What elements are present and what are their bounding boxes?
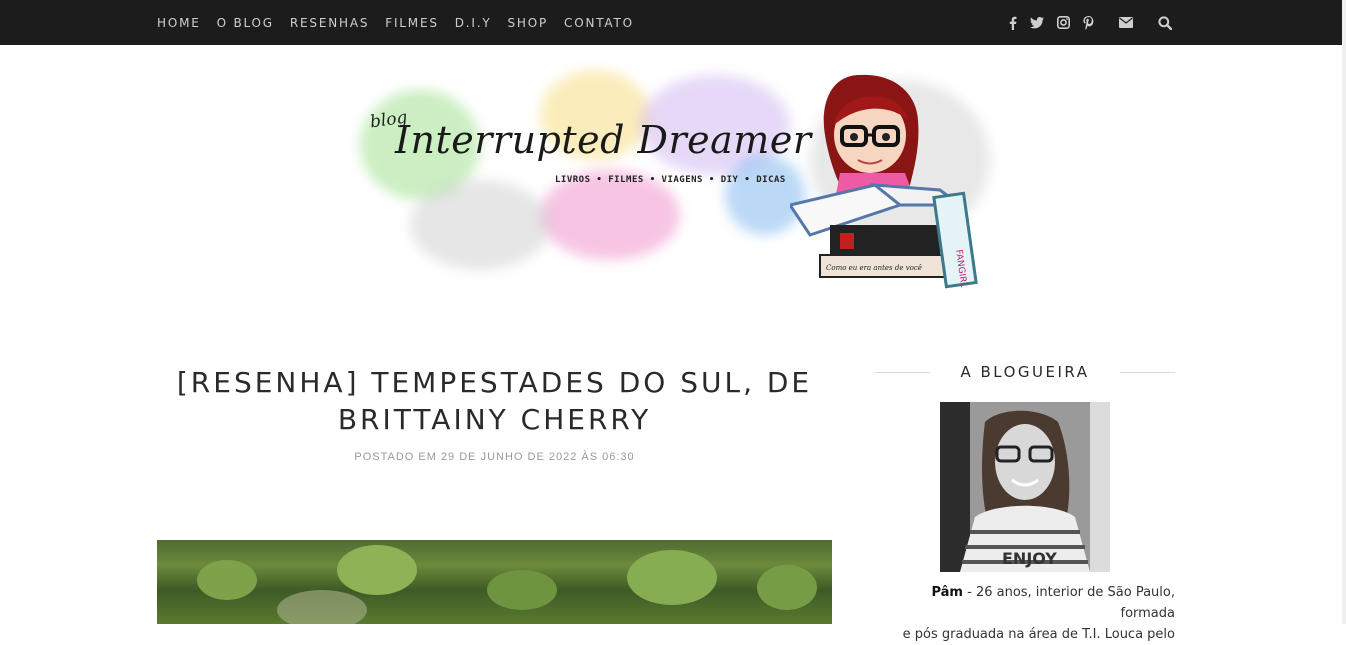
bio-line2: e pós graduada na área de T.I. Louca pel… — [902, 627, 1175, 642]
nav-filmes[interactable]: FILMES — [385, 16, 438, 30]
nav-o-blog[interactable]: O BLOG — [217, 16, 274, 30]
twitter-icon[interactable] — [1030, 16, 1044, 29]
search-icon[interactable] — [1158, 15, 1172, 30]
pinterest-icon[interactable] — [1083, 15, 1094, 30]
top-navbar: HOME O BLOG RESENHAS FILMES D.I.Y SHOP C… — [0, 0, 1342, 45]
logo-title: Interrupted Dreamer — [395, 118, 812, 162]
social-links — [996, 0, 1172, 45]
nav-diy[interactable]: D.I.Y — [455, 16, 492, 30]
bio-line1: - 26 anos, interior de São Paulo, formad… — [962, 585, 1175, 621]
main-nav: HOME O BLOG RESENHAS FILMES D.I.Y SHOP C… — [157, 0, 650, 45]
post-featured-image[interactable] — [157, 540, 832, 624]
post-date: POSTADO EM 29 DE JUNHO DE 2022 ÀS 06:30 — [354, 451, 635, 463]
shirt-text: ENJOY — [1002, 549, 1057, 568]
logo-tagline: LIVROS • FILMES • VIAGENS • DIY • DICAS — [555, 175, 786, 185]
sidebar-heading: A BLOGUEIRA — [875, 360, 1175, 384]
heading-rule-left — [875, 371, 931, 373]
nav-contato[interactable]: CONTATO — [564, 16, 634, 30]
scrollbar[interactable] — [1342, 0, 1346, 624]
nav-shop[interactable]: SHOP — [508, 16, 549, 30]
nav-resenhas[interactable]: RESENHAS — [290, 16, 369, 30]
blogger-photo: ENJOY — [940, 402, 1110, 572]
instagram-icon[interactable] — [1057, 16, 1070, 29]
nav-home[interactable]: HOME — [157, 16, 201, 30]
book-spine-como-eu-era: Como eu era antes de você — [826, 264, 922, 272]
post-title[interactable]: [RESENHA] TEMPESTADES DO SUL, DE BRITTAI… — [157, 364, 832, 438]
watercolor-splash-gray — [410, 180, 550, 270]
heading-rule-right — [1119, 371, 1175, 373]
facebook-icon[interactable] — [1009, 16, 1017, 30]
post-title-line1: [RESENHA] TEMPESTADES DO SUL, DE — [176, 366, 813, 399]
bio-name: Pâm — [931, 585, 963, 600]
envelope-icon[interactable] — [1119, 17, 1133, 28]
post-title-line2: BRITTAINY CHERRY — [337, 403, 652, 436]
blog-header-logo[interactable]: blog Interrupted Dreamer LIVROS • FILMES… — [350, 50, 1000, 290]
sidebar-heading-text: A BLOGUEIRA — [960, 363, 1090, 381]
blogger-bio: Pâm - 26 anos, interior de São Paulo, fo… — [875, 582, 1175, 645]
girl-reading-illustration: FANGIRL Como eu era antes de você — [790, 74, 978, 289]
